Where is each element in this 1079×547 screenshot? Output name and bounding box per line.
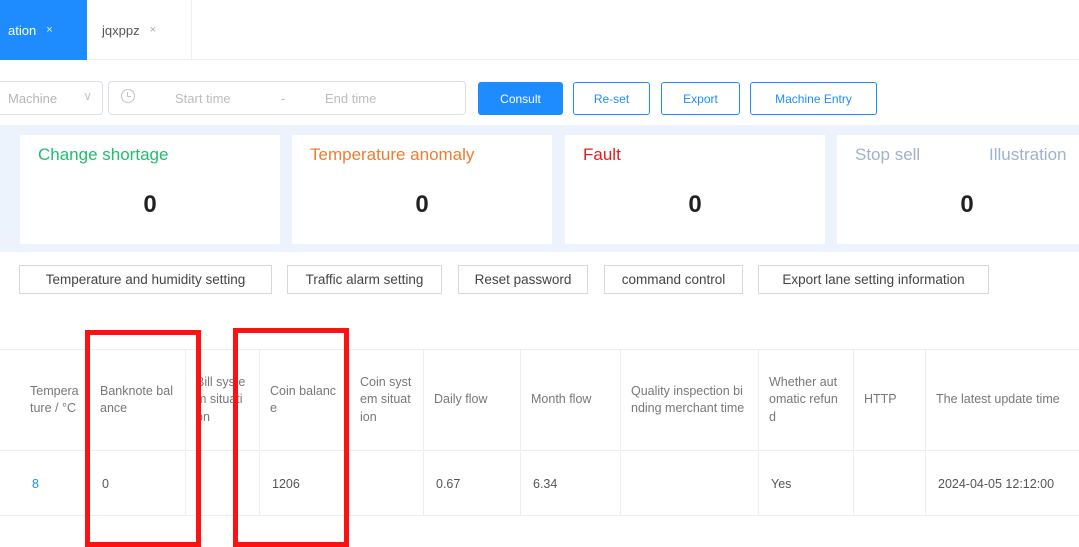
stat-value: 0 bbox=[688, 191, 702, 218]
reset-password-button[interactable]: Reset password bbox=[458, 265, 588, 294]
stat-card-temperature-anomaly[interactable]: Temperature anomaly 0 bbox=[292, 135, 552, 244]
column-header-latest-update-time[interactable]: The latest update time bbox=[926, 349, 1079, 451]
consult-button[interactable]: Consult bbox=[478, 82, 563, 115]
end-time-input[interactable]: End time bbox=[325, 91, 376, 106]
column-header-quality-inspection[interactable]: Quality inspection binding merchant time bbox=[621, 349, 759, 451]
cell-daily-flow: 0.67 bbox=[424, 452, 521, 515]
cell-coin-system-situation bbox=[350, 452, 424, 515]
machine-entry-button[interactable]: Machine Entry bbox=[750, 82, 877, 115]
export-button[interactable]: Export bbox=[661, 82, 740, 115]
tab-label: ation bbox=[8, 22, 37, 38]
stat-card-fault[interactable]: Fault 0 bbox=[565, 135, 825, 244]
cell-quality-inspection bbox=[621, 452, 759, 515]
stat-value: 0 bbox=[143, 191, 157, 218]
column-header-daily-flow[interactable]: Daily flow bbox=[424, 349, 521, 451]
cell-month-flow: 6.34 bbox=[521, 452, 621, 515]
reset-button[interactable]: Re-set bbox=[573, 82, 650, 115]
tab-jqxppz[interactable]: jqxppz × bbox=[88, 0, 192, 60]
column-header-month-flow[interactable]: Month flow bbox=[521, 349, 621, 451]
cell-latest-update-time: 2024-04-05 12:12:00 bbox=[938, 476, 1055, 491]
cell-temperature[interactable]: 8 bbox=[20, 452, 90, 515]
stat-extra-label: Illustration bbox=[989, 145, 1067, 164]
export-lane-setting-button[interactable]: Export lane setting information bbox=[758, 265, 989, 294]
stat-label: Temperature anomaly bbox=[310, 145, 475, 164]
command-control-button[interactable]: command control bbox=[604, 265, 743, 294]
annotation-box-banknote-balance bbox=[85, 330, 201, 547]
tab-label: jqxppz bbox=[102, 22, 140, 38]
column-header-coin-system-situation[interactable]: Coin system situation bbox=[350, 349, 424, 451]
stat-label: Fault bbox=[583, 145, 621, 164]
stat-value: 0 bbox=[960, 191, 974, 218]
machine-select[interactable]: Machine ∨ bbox=[0, 81, 103, 115]
annotation-box-coin-balance bbox=[233, 328, 349, 547]
stat-card-change-shortage[interactable]: Change shortage 0 bbox=[20, 135, 280, 244]
date-range-picker[interactable]: Start time - End time bbox=[108, 81, 466, 115]
tab-bar: ation × jqxppz × bbox=[0, 0, 1079, 60]
range-separator: - bbox=[281, 91, 286, 106]
stat-card-stop-sell[interactable]: Stop sell Illustration 0 bbox=[837, 135, 1079, 244]
column-header-automatic-refund[interactable]: Whether automatic refund bbox=[759, 349, 854, 451]
close-icon[interactable]: × bbox=[46, 24, 52, 36]
close-icon[interactable]: × bbox=[150, 24, 156, 36]
stat-label: Stop sell bbox=[855, 145, 921, 164]
cell-automatic-refund: Yes bbox=[759, 452, 854, 515]
column-header-http[interactable]: HTTP bbox=[854, 349, 926, 451]
machine-select-placeholder: Machine bbox=[8, 90, 58, 106]
traffic-alarm-setting-button[interactable]: Traffic alarm setting bbox=[287, 265, 442, 294]
chevron-down-icon: ∨ bbox=[83, 89, 92, 103]
filter-toolbar: Machine ∨ Start time - End time Consult … bbox=[0, 60, 1079, 134]
column-header-temperature[interactable]: Temperature / °C bbox=[20, 349, 90, 451]
stat-label: Change shortage bbox=[38, 145, 169, 164]
temperature-humidity-setting-button[interactable]: Temperature and humidity setting bbox=[19, 265, 272, 294]
tab-active[interactable]: ation × bbox=[0, 0, 87, 60]
start-time-input[interactable]: Start time bbox=[175, 91, 231, 106]
stat-value: 0 bbox=[415, 191, 429, 218]
cell-http bbox=[854, 452, 926, 515]
clock-icon bbox=[121, 89, 135, 103]
